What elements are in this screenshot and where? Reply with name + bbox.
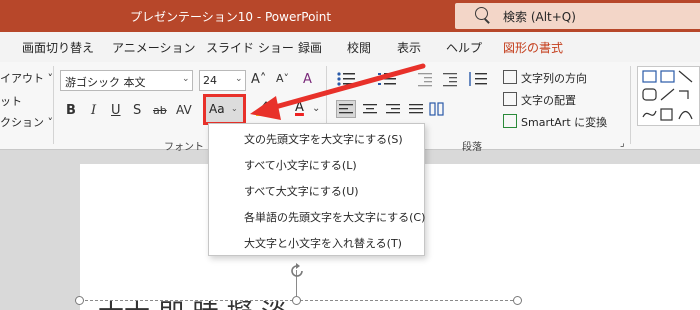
search-placeholder[interactable]: 検索 (Alt+Q) [503, 8, 576, 25]
italic-button[interactable]: I [91, 103, 96, 118]
resize-handle[interactable] [75, 296, 84, 305]
clear-formatting-button[interactable]: A [303, 72, 312, 87]
font-group-label: フォント [164, 142, 204, 153]
resize-handle[interactable] [292, 296, 301, 305]
strikethrough-button[interactable]: ab [153, 104, 167, 117]
highlighter-icon[interactable] [254, 98, 272, 116]
window-title: プレゼンテーション10 - PowerPoint [130, 10, 332, 24]
chevron-down-icon: ⌄ [231, 104, 238, 113]
columns-icon[interactable] [428, 100, 446, 118]
tab-view[interactable]: 表示 [397, 39, 421, 56]
align-text-button[interactable]: 文字の配置 [521, 92, 576, 108]
search-box[interactable] [455, 3, 700, 29]
slide-text: 士士 即 時 擬 淡 [98, 301, 287, 310]
increase-indent-icon[interactable] [441, 70, 459, 88]
align-text-icon [503, 92, 517, 106]
group-separator [630, 66, 631, 144]
grow-font-button[interactable]: A˄ [251, 72, 266, 87]
reset-button[interactable]: ット [0, 93, 22, 109]
menu-item-sentence-case[interactable]: 文の先頭文字を大文字にする(S) [244, 131, 403, 147]
align-right-icon[interactable] [384, 100, 402, 118]
line-spacing-icon[interactable] [467, 70, 489, 88]
text-direction-icon [503, 70, 517, 84]
menu-item-lowercase[interactable]: すべて小文字にする(L) [244, 157, 357, 173]
justify-icon[interactable] [407, 100, 425, 118]
decrease-indent-icon[interactable] [416, 70, 434, 88]
smartart-icon [503, 114, 517, 128]
text-direction-button[interactable]: 文字列の方向 [521, 70, 587, 86]
shadow-button[interactable]: S [133, 103, 141, 118]
shrink-font-button[interactable]: A˅ [276, 72, 289, 85]
menu-item-capitalize-each-word[interactable]: 各単語の先頭文字を大文字にする(C) [244, 209, 425, 225]
change-case-label: Aa [209, 102, 225, 116]
tab-shape-format[interactable]: 図形の書式 [503, 39, 563, 56]
tab-record[interactable]: 録画 [298, 39, 322, 56]
resize-handle[interactable] [513, 296, 522, 305]
tab-review[interactable]: 校閲 [347, 39, 371, 56]
section-button[interactable]: クション ˅ [0, 114, 53, 130]
tab-slideshow[interactable]: スライド ショー [206, 39, 294, 56]
numbering-icon[interactable] [377, 70, 397, 88]
layout-button[interactable]: イアウト ˅ [0, 70, 53, 86]
chevron-down-icon[interactable]: ⌄ [182, 74, 190, 84]
align-center-icon[interactable] [361, 100, 379, 118]
align-left-icon[interactable] [336, 100, 356, 118]
paragraph-group-label: 段落 [462, 142, 482, 153]
font-name-value: 游ゴシック 本文 [65, 76, 146, 89]
chevron-down-icon[interactable]: ⌄ [312, 103, 320, 114]
tab-animations[interactable]: アニメーション [112, 39, 196, 56]
font-color-button[interactable]: A [295, 100, 304, 115]
tab-help[interactable]: ヘルプ [446, 39, 482, 56]
font-size-value: 24 [203, 74, 217, 87]
group-separator [53, 66, 54, 144]
menu-item-toggle-case[interactable]: 大文字と小文字を入れ替える(T) [244, 235, 402, 251]
convert-smartart-button[interactable]: SmartArt に変換 [521, 114, 607, 130]
search-icon [475, 7, 488, 20]
dialog-launcher-icon[interactable]: ⌟ [620, 138, 625, 149]
tab-transitions[interactable]: 画面切り替え [22, 39, 94, 56]
character-spacing-button[interactable]: AV [176, 103, 192, 117]
bold-button[interactable]: B [66, 103, 76, 118]
shapes-gallery[interactable] [637, 66, 700, 126]
menu-item-uppercase[interactable]: すべて大文字にする(U) [244, 183, 359, 199]
rotate-icon[interactable] [287, 261, 307, 281]
bullets-icon[interactable] [336, 70, 356, 88]
underline-button[interactable]: U [111, 103, 121, 118]
chevron-down-icon[interactable]: ⌄ [235, 74, 243, 84]
